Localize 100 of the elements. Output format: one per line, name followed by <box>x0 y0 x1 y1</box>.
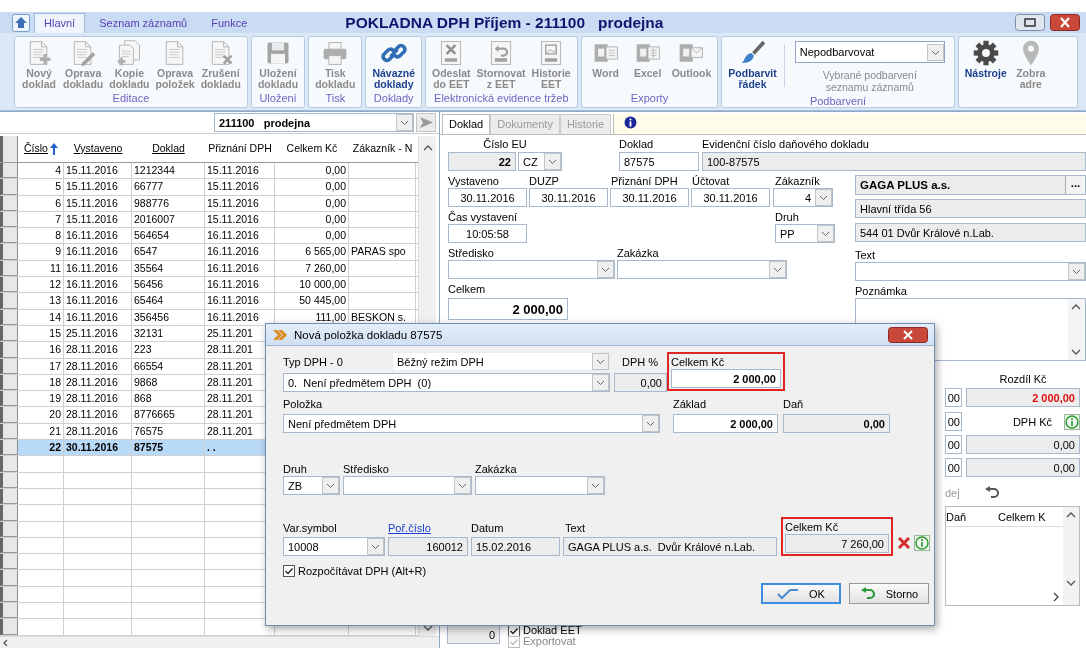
text-field[interactable]: 30.11.2016 <box>448 188 527 207</box>
dropdown-field[interactable]: ZB <box>283 476 340 495</box>
table-cell: 6547 <box>132 244 205 260</box>
tab[interactable]: Seznam záznamů <box>89 13 198 33</box>
row-header[interactable] <box>0 391 18 407</box>
row-header[interactable] <box>0 179 18 195</box>
text-field[interactable]: 544 01 Dvůr Králové n.Lab. <box>855 223 1086 242</box>
ribbon-button[interactable]: Podbarvit řádek <box>725 39 780 90</box>
column-header[interactable]: Celkem K <box>998 510 1058 523</box>
text-field[interactable]: 7 260,00 <box>785 534 889 553</box>
text-field[interactable]: 2 000,00 <box>671 369 781 388</box>
row-header[interactable] <box>0 505 18 521</box>
link[interactable]: Poř.číslo <box>388 521 471 535</box>
send-button[interactable] <box>416 113 436 132</box>
dropdown-field[interactable]: Nepodbarvovat <box>794 41 945 63</box>
column-header[interactable]: Daň <box>946 510 998 523</box>
row-header[interactable] <box>0 440 18 456</box>
text-field[interactable]: 100-87575 <box>702 152 1086 171</box>
text-field[interactable]: Hlavní třída 56 <box>855 199 1086 218</box>
ribbon-button[interactable]: Návazné doklady <box>369 39 419 90</box>
text-field[interactable]: 2 000,00 <box>448 298 568 320</box>
text-field[interactable]: 2 000,00 <box>966 388 1080 407</box>
text-field[interactable]: 30.11.2016 <box>529 188 608 207</box>
column-header[interactable]: Číslo <box>24 142 48 163</box>
column-header[interactable]: Celkem Kč <box>286 142 338 163</box>
scrollbar[interactable] <box>1063 507 1079 605</box>
ribbon-button[interactable]: Nástroje <box>961 39 1010 79</box>
dropdown-field[interactable] <box>343 476 472 495</box>
text-field[interactable]: 160012 <box>388 537 468 556</box>
table-row[interactable]: 12 16.11.2016 56456 16.11.2016 10 000,00 <box>0 277 418 294</box>
more-button[interactable]: ... <box>1065 176 1085 194</box>
row-header[interactable] <box>0 244 18 260</box>
table-row[interactable]: 8 16.11.2016 564654 16.11.2016 0,00 <box>0 228 418 245</box>
row-header[interactable] <box>0 407 18 423</box>
text-field[interactable]: 10:05:58 <box>448 224 527 243</box>
text-field[interactable]: 87575 <box>619 152 699 171</box>
field-label: Druh <box>775 210 799 224</box>
dropdown-field[interactable] <box>855 262 1086 281</box>
table-row[interactable]: 4 15.11.2016 1212344 15.11.2016 0,00 <box>0 163 418 180</box>
row-header[interactable] <box>0 163 18 179</box>
chevron-right-icon[interactable] <box>1051 591 1061 603</box>
dropdown-field[interactable]: Není předmětem DPH <box>283 414 660 433</box>
scrollbar[interactable] <box>0 636 439 648</box>
close-button[interactable] <box>1050 14 1080 31</box>
column-header[interactable]: Doklad <box>152 142 185 163</box>
table-cell: 28.11.2016 <box>64 423 132 440</box>
row-header[interactable] <box>0 342 18 358</box>
tab[interactable]: Doklad <box>442 114 491 134</box>
row-header[interactable] <box>0 603 18 619</box>
dropdown-field[interactable]: CZ <box>518 152 562 171</box>
text-field[interactable]: 0,00 <box>783 414 890 433</box>
dropdown-field[interactable]: PP <box>775 224 835 243</box>
close-button[interactable] <box>888 326 928 343</box>
column-header[interactable]: Vystaveno <box>73 142 123 163</box>
text-field[interactable]: GAGA PLUS a.s. Dvůr Králové n.Lab. <box>563 537 777 556</box>
tab[interactable]: Funkce <box>201 13 258 33</box>
dropdown-field[interactable]: 4 <box>773 188 833 207</box>
text-field[interactable]: 00 <box>945 458 962 477</box>
group-label: Doklady <box>372 92 415 106</box>
text-field[interactable]: 0,00 <box>966 458 1080 477</box>
text-field[interactable]: 15.02.2016 <box>471 537 560 556</box>
text-field[interactable]: 2 000,00 <box>673 414 778 433</box>
dialog-button[interactable]: OK <box>761 583 841 604</box>
dropdown-field[interactable] <box>448 260 615 279</box>
dropdown-field[interactable] <box>475 476 605 495</box>
text-field[interactable]: 30.11.2016 <box>610 188 689 207</box>
dropdown-field[interactable] <box>617 260 787 279</box>
home-button[interactable] <box>12 13 30 32</box>
dialog-button[interactable]: Storno <box>849 583 929 604</box>
text-field[interactable]: 00 <box>945 412 962 431</box>
text-field[interactable]: 30.11.2016 <box>691 188 770 207</box>
field-label: Daň <box>783 397 804 411</box>
dropdown-field[interactable]: Běžný režim DPH <box>392 352 610 371</box>
row-header[interactable] <box>0 228 18 244</box>
undo-icon[interactable] <box>984 486 1000 500</box>
row-header[interactable] <box>0 554 18 570</box>
customer-field[interactable]: GAGA PLUS a.s. ... <box>855 175 1086 195</box>
table-row[interactable]: 5 15.11.2016 66777 15.11.2016 0,00 <box>0 179 418 196</box>
row-header[interactable] <box>0 619 18 635</box>
row-header[interactable] <box>0 456 18 472</box>
text-field[interactable]: 00 <box>945 388 962 407</box>
restore-button[interactable] <box>1015 14 1045 31</box>
column-header[interactable]: Přiznání DPH <box>208 142 272 163</box>
dropdown-field[interactable]: 0. Není předmětem DPH (0) <box>283 373 610 392</box>
table-row[interactable]: 13 16.11.2016 65464 16.11.2016 50 445,00 <box>0 293 418 310</box>
tab[interactable]: Hlavní <box>34 13 86 33</box>
row-header[interactable] <box>0 293 18 309</box>
dropdown-field[interactable]: 211100 prodejna <box>214 113 414 132</box>
dropdown-field[interactable]: 10008 <box>283 537 385 556</box>
row-header[interactable] <box>0 570 18 586</box>
info-icon[interactable] <box>624 116 638 129</box>
column-header[interactable]: Zákazník - N <box>352 142 413 163</box>
text-field[interactable]: 0,00 <box>614 373 667 392</box>
field-label: Zakázka <box>617 246 659 260</box>
text-field[interactable]: 00 <box>945 435 962 454</box>
text-field[interactable]: 0,00 <box>966 435 1080 454</box>
checkbox[interactable] <box>283 565 295 577</box>
text-field[interactable]: 22 <box>448 152 516 171</box>
row-header[interactable] <box>0 277 18 293</box>
table-row[interactable]: 9 16.11.2016 6547 16.11.2016 6 565,00 PARAS spo <box>0 244 418 261</box>
